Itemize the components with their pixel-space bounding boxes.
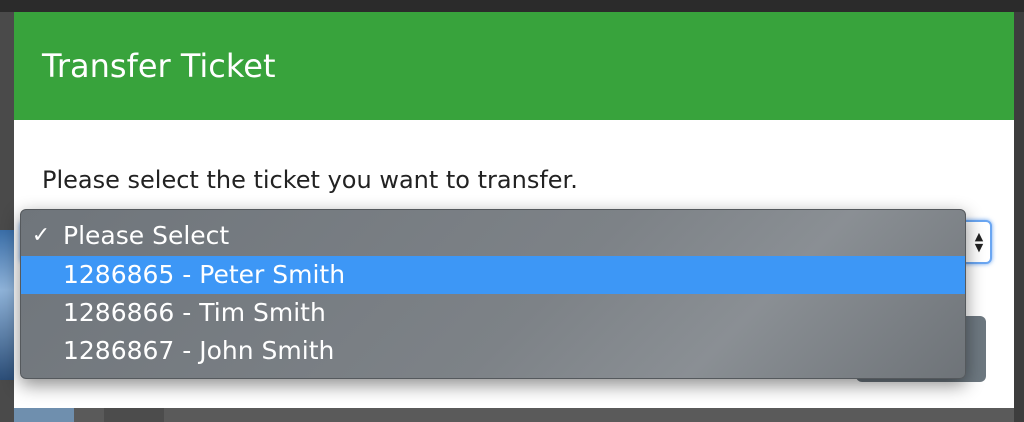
option-label: Please Select [63, 221, 230, 250]
option-label: 1286867 - John Smith [63, 336, 335, 365]
option-label: 1286865 - Peter Smith [63, 260, 346, 289]
backdrop-bottom-block [104, 408, 164, 422]
dropdown-option-tim-smith[interactable]: 1286866 - Tim Smith [21, 294, 965, 332]
select-arrows-icon: ▲ ▼ [974, 230, 984, 254]
modal-header: Transfer Ticket [14, 12, 1014, 120]
modal-title: Transfer Ticket [42, 47, 276, 85]
check-icon: ✓ [31, 223, 51, 248]
dropdown-option-john-smith[interactable]: 1286867 - John Smith [21, 332, 965, 370]
backdrop-photo-fragment [0, 230, 14, 380]
dropdown-option-peter-smith[interactable]: 1286865 - Peter Smith [21, 256, 965, 294]
transfer-prompt: Please select the ticket you want to tra… [42, 166, 578, 194]
backdrop-bottom-strip [14, 408, 1014, 422]
dropdown-option-please-select[interactable]: ✓ Please Select [21, 217, 965, 255]
backdrop-right-edge [1014, 12, 1024, 422]
backdrop-bottom-image [14, 408, 74, 422]
ticket-select-dropdown: ✓ Please Select 1286865 - Peter Smith 12… [20, 209, 966, 379]
option-label: 1286866 - Tim Smith [63, 298, 326, 327]
backdrop-top-bar [0, 0, 1024, 12]
